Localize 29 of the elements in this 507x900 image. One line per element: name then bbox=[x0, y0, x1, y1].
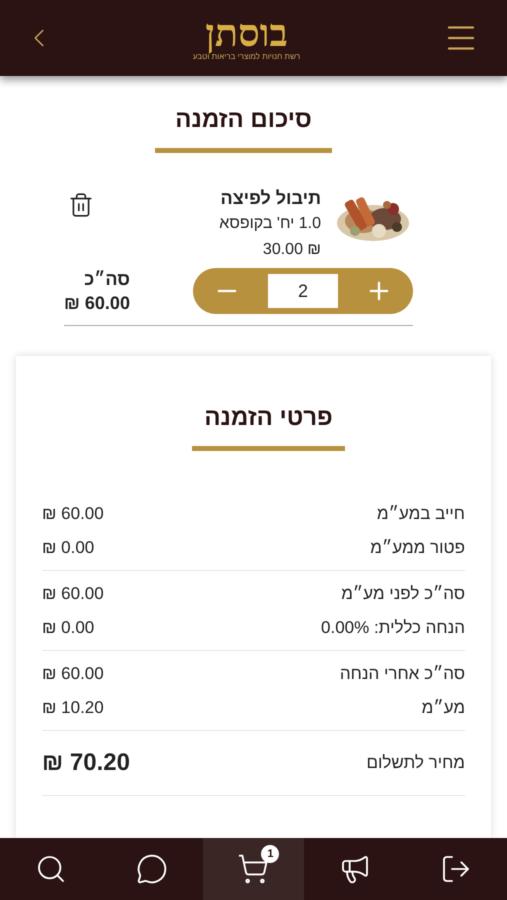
summary-label: הנחה כללית: 0.00% bbox=[321, 616, 465, 638]
delete-icon[interactable] bbox=[68, 191, 94, 219]
logo-tagline: רשת חנויות למוצרי בריאות וטבע bbox=[192, 52, 300, 62]
cart-icon bbox=[237, 853, 270, 885]
nav-tab[interactable]: 1 bbox=[202, 838, 304, 900]
card-title: פרטי הזמנה bbox=[192, 400, 345, 451]
summary-value: ₪ 0.00 bbox=[42, 616, 94, 638]
summary-label: פטור ממע״מ bbox=[370, 536, 465, 558]
summary-value: ₪ 10.20 bbox=[42, 696, 104, 718]
item-total: ₪ 60.00 bbox=[64, 292, 130, 315]
summary-label: חייב במע״מ bbox=[376, 503, 465, 525]
summary-label: סה״כ אחרי הנחה bbox=[340, 663, 465, 685]
page-title: סיכום הזמנה bbox=[155, 102, 332, 153]
summary-value: ₪ 60.00 bbox=[42, 663, 104, 685]
speech-bubble-icon bbox=[136, 853, 168, 885]
summary-value: ₪ 60.00 bbox=[42, 583, 104, 605]
summary-label: סה״כ לפני מע״מ bbox=[341, 583, 465, 605]
summary-value: ₪ 60.00 bbox=[42, 503, 104, 525]
product-name: תיבול לפיצה bbox=[220, 187, 321, 210]
product-price: ₪ 30.00 bbox=[262, 240, 321, 260]
product-unit: 1.0 יח' בקופסא bbox=[219, 214, 321, 234]
cart-count-badge: 1 bbox=[261, 845, 280, 863]
summary-label: מע״מ bbox=[422, 696, 465, 718]
total-label: סה״כ bbox=[84, 268, 130, 291]
summary-label: מחיר לתשלום bbox=[366, 752, 465, 774]
logo: בוסתן bbox=[205, 14, 288, 52]
quantity-field[interactable]: 2 bbox=[268, 274, 338, 308]
summary-value: ₪ 0.00 bbox=[42, 536, 94, 558]
summary-value: ₪ 70.20 bbox=[42, 748, 130, 778]
